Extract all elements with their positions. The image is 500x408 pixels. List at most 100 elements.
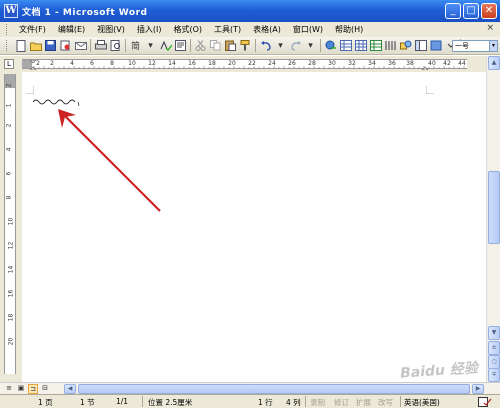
- toolbar-separator: [90, 39, 91, 52]
- ruler-tick-label: 44: [458, 60, 466, 67]
- show-hide-icon[interactable]: [430, 40, 442, 52]
- research-icon[interactable]: [175, 40, 187, 52]
- simplified-chinese-icon[interactable]: 简: [130, 40, 142, 52]
- scroll-down-button[interactable]: ▼: [488, 326, 500, 340]
- status-line: 1 行: [258, 398, 273, 407]
- tab-selector-icon[interactable]: L: [4, 59, 14, 69]
- menu-help[interactable]: 帮助(H): [329, 24, 369, 35]
- normal-view-icon[interactable]: ≡: [4, 384, 14, 394]
- tables-borders-icon[interactable]: [339, 40, 352, 52]
- ruler-tick-label: 38: [406, 60, 414, 67]
- close-button[interactable]: ✕: [481, 3, 497, 19]
- menu-view[interactable]: 视图(V): [91, 24, 131, 35]
- ruler-tick-label: 34: [368, 60, 376, 67]
- columns-icon[interactable]: [385, 40, 397, 52]
- status-extend[interactable]: 扩展: [356, 397, 371, 408]
- print-preview-icon[interactable]: [110, 40, 122, 52]
- outline-view-icon[interactable]: ⊟: [40, 384, 50, 394]
- status-column: 4 列: [286, 398, 301, 407]
- ruler-tick-label: 24: [268, 60, 276, 67]
- permission-icon[interactable]: [60, 40, 72, 52]
- new-document-icon[interactable]: [15, 39, 27, 52]
- vertical-scrollbar[interactable]: ▲ ▼ ± ○ ∓: [486, 56, 500, 382]
- text-boundary-corner-top-right: [426, 86, 434, 94]
- ruler-tick-label: 12: [7, 241, 15, 250]
- menu-window[interactable]: 窗口(W): [287, 24, 329, 35]
- menu-file[interactable]: 文件(F): [13, 24, 52, 35]
- menu-grip[interactable]: [6, 24, 9, 35]
- print-icon[interactable]: [94, 40, 107, 52]
- ruler-tick-label: 2: [50, 60, 54, 67]
- maximize-button[interactable]: □: [463, 3, 479, 19]
- word-app-icon[interactable]: W: [4, 4, 18, 18]
- scroll-left-button[interactable]: ◀: [64, 384, 76, 394]
- menu-insert[interactable]: 插入(I): [131, 24, 168, 35]
- document-page[interactable]: [22, 72, 486, 382]
- next-page-button[interactable]: ∓: [488, 368, 500, 382]
- status-track-changes[interactable]: 修订: [334, 397, 349, 408]
- ruler-tick-label: 8: [110, 60, 114, 67]
- ruler-tick-label: 2: [5, 83, 13, 88]
- document-map-icon[interactable]: [414, 40, 427, 52]
- insert-table-icon[interactable]: [354, 40, 367, 52]
- select-browse-object-button[interactable]: ○: [488, 355, 500, 369]
- horizontal-scroll-thumb[interactable]: [78, 384, 470, 394]
- ruler-tick-label: 2: [5, 123, 13, 128]
- vertical-ruler[interactable]: 2 1 2 4 6 8 10 12 14 16 18 20: [4, 74, 16, 374]
- scroll-right-button[interactable]: ▶: [472, 384, 484, 394]
- minimize-button[interactable]: _: [445, 3, 461, 19]
- toolbar-separator: [125, 39, 126, 52]
- redo-icon[interactable]: [290, 40, 302, 52]
- status-language[interactable]: 英语(美国): [404, 397, 440, 408]
- status-record-macro[interactable]: 录制: [310, 397, 325, 408]
- font-size-combobox[interactable]: 一号: [452, 40, 490, 52]
- chevron-down-icon[interactable]: ▾: [145, 40, 157, 52]
- web-view-icon[interactable]: ▣: [16, 384, 26, 394]
- format-painter-icon[interactable]: [240, 40, 252, 52]
- undo-icon[interactable]: [260, 40, 272, 52]
- ruler-tick-label: 22: [248, 60, 256, 67]
- chevron-down-icon[interactable]: ▾: [305, 40, 317, 52]
- save-icon[interactable]: [45, 40, 57, 52]
- previous-page-button[interactable]: ±: [488, 341, 500, 355]
- ruler-tick-label: 30: [328, 60, 336, 67]
- ruler-tick-label: 28: [308, 60, 316, 67]
- ruler-tick-label: 8: [5, 195, 13, 200]
- chevron-down-icon[interactable]: ▾: [275, 40, 287, 52]
- ruler-tick-label: 18: [7, 313, 15, 322]
- ruler-tick-label: 18: [208, 60, 216, 67]
- copy-icon[interactable]: [210, 40, 222, 52]
- horizontal-ruler-ticks: [29, 60, 465, 70]
- open-folder-icon[interactable]: [29, 40, 42, 52]
- ruler-tick-label: 4: [5, 147, 13, 152]
- document-close-icon[interactable]: ×: [486, 23, 494, 33]
- vertical-scroll-thumb[interactable]: [488, 171, 500, 244]
- menu-format[interactable]: 格式(O): [167, 24, 208, 35]
- status-overtype[interactable]: 改写: [378, 397, 393, 408]
- spelling-status-icon[interactable]: [478, 397, 492, 408]
- ruler-tick-label: 26: [288, 60, 296, 67]
- hyperlink-icon[interactable]: [325, 40, 337, 52]
- drawing-icon[interactable]: [399, 40, 412, 52]
- insert-excel-icon[interactable]: [369, 40, 382, 52]
- menu-tools[interactable]: 工具(T): [208, 24, 247, 35]
- toolbar-separator: [320, 39, 321, 52]
- scroll-up-button[interactable]: ▲: [488, 56, 500, 70]
- font-size-dropdown-icon[interactable]: ▾: [489, 40, 498, 52]
- status-position: 位置 2.5厘米: [148, 398, 193, 407]
- ruler-tick-label: 2: [36, 60, 40, 67]
- status-page: 1 页: [38, 398, 53, 407]
- horizontal-ruler[interactable]: 2 2 4 6 8 10 12 14 16 18 20 22 24 26 28 …: [22, 59, 467, 70]
- paste-icon[interactable]: [225, 40, 237, 52]
- email-icon[interactable]: [74, 40, 87, 52]
- ruler-tick-label: 10: [7, 217, 15, 226]
- menu-table[interactable]: 表格(A): [247, 24, 287, 35]
- spelling-icon[interactable]: [160, 40, 172, 52]
- ruler-tick-label: 16: [7, 289, 15, 298]
- cut-icon[interactable]: [195, 40, 207, 52]
- title-bar: W 文档 1 - Microsoft Word _ □ ✕: [0, 0, 500, 22]
- toolbar-grip[interactable]: [6, 40, 9, 51]
- menu-edit[interactable]: 编辑(E): [52, 24, 91, 35]
- print-layout-view-icon[interactable]: ⊐: [28, 384, 38, 394]
- horizontal-scrollbar[interactable]: ≡ ▣ ⊐ ⊟ ◀ ▶: [0, 382, 500, 394]
